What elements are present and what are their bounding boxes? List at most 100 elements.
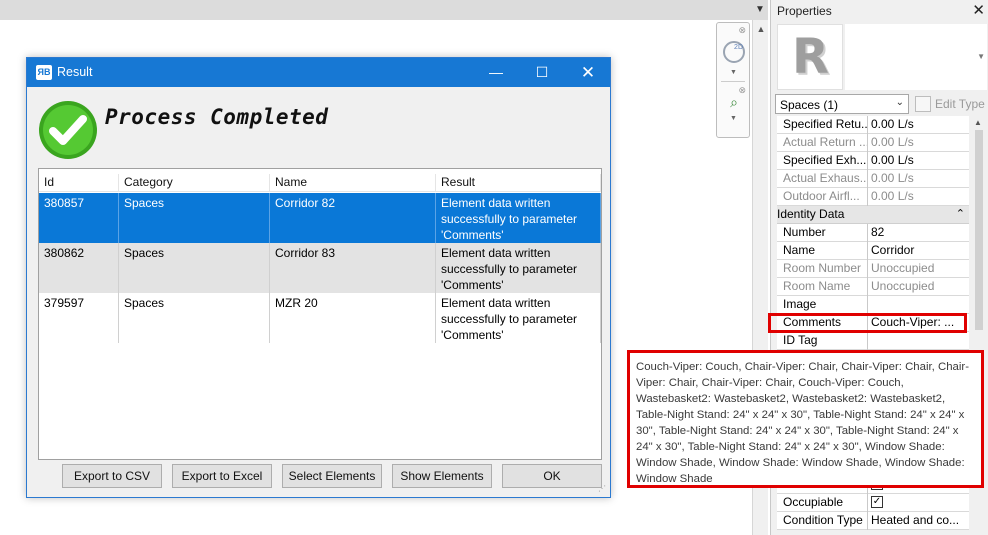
property-row-occupiable[interactable]: Occupiable ✓ (777, 494, 969, 512)
scroll-up-arrow-icon[interactable]: ▲ (974, 118, 982, 127)
property-row: Outdoor Airfl... 0.00 L/s (777, 188, 969, 206)
cell-result: Element data written successfully to par… (436, 293, 601, 343)
edit-type-label: Edit Type (935, 97, 985, 111)
property-row-condition-type[interactable]: Condition Type Heated and co... (777, 512, 969, 530)
properties-titlebar: Properties ✕ (771, 0, 988, 22)
check-circle-icon (39, 101, 97, 159)
column-header-name[interactable]: Name (270, 174, 436, 192)
properties-close-icon[interactable]: ✕ (972, 1, 985, 19)
comments-highlight-box (768, 313, 967, 333)
property-key: Condition Type (777, 512, 868, 530)
navbar-close-icon[interactable]: ⊗ (738, 25, 746, 36)
property-row[interactable]: Specified Exh... 0.00 L/s (777, 152, 969, 170)
cell-result: Element data written successfully to par… (436, 243, 601, 293)
property-value: Unoccupied (871, 261, 935, 275)
comments-tooltip: Couch-Viper: Couch, Chair-Viper: Chair, … (627, 350, 984, 488)
property-key: Outdoor Airfl... (777, 188, 868, 206)
cell-result: Element data written successfully to par… (436, 193, 601, 243)
steering-wheel-2d-icon[interactable]: 2D (723, 41, 745, 63)
property-row[interactable]: Image (777, 296, 969, 314)
property-key: Actual Return ... (777, 134, 868, 152)
property-key: Name (777, 242, 868, 260)
type-dropdown-icon[interactable]: ▼ (977, 52, 985, 61)
minimize-icon[interactable]: — (473, 58, 519, 87)
close-icon[interactable]: ✕ (565, 58, 611, 87)
results-table: Id Category Name Result 380857 Spaces Co… (38, 168, 602, 460)
property-value[interactable]: 82 (869, 224, 969, 242)
export-csv-button[interactable]: Export to CSV (62, 464, 162, 488)
property-row[interactable]: Number 82 (777, 224, 969, 242)
scrollbar-thumb[interactable] (975, 130, 983, 330)
property-row: Actual Exhaus... 0.00 L/s (777, 170, 969, 188)
table-row[interactable]: 380857 Spaces Corridor 82 Element data w… (39, 193, 601, 243)
canvas-options-chevron-icon[interactable]: ▼ (752, 0, 768, 20)
property-row[interactable]: Specified Retu... 0.00 L/s (777, 116, 969, 134)
navbar-dropdown-icon[interactable]: ▼ (730, 69, 737, 76)
navbar-dropdown-icon-2[interactable]: ▼ (730, 115, 737, 122)
revit-logo-letter: R (792, 29, 829, 85)
select-elements-button[interactable]: Select Elements (282, 464, 382, 488)
type-selector[interactable]: Spaces (1) ⌄ (775, 94, 909, 114)
column-header-result[interactable]: Result (436, 174, 601, 192)
property-value[interactable] (869, 332, 969, 350)
collapse-icon[interactable]: ⌃ (956, 206, 965, 223)
property-row: Room Name Unoccupied (777, 278, 969, 296)
maximize-icon[interactable]: ☐ (519, 58, 565, 87)
property-value[interactable]: ✓ (869, 494, 969, 512)
property-key: Room Name (777, 278, 868, 296)
revit-logo: R (777, 24, 843, 90)
table-header: Id Category Name Result (39, 174, 601, 192)
column-header-id[interactable]: Id (39, 174, 119, 192)
property-value: 0.00 L/s (871, 189, 914, 203)
cell-name: Corridor 83 (270, 243, 436, 293)
ok-button[interactable]: OK (502, 464, 602, 488)
property-key: Specified Exh... (777, 152, 868, 170)
group-title: Identity Data (777, 207, 845, 221)
property-key: Image (777, 296, 868, 314)
property-value[interactable]: 0.00 L/s (869, 152, 969, 170)
scroll-up-arrow-icon[interactable]: ▲ (753, 24, 769, 34)
dialog-title: Result (57, 65, 93, 79)
cell-id: 380862 (39, 243, 119, 293)
property-value[interactable] (869, 296, 969, 314)
property-key: ID Tag (777, 332, 868, 350)
occupiable-checkbox[interactable]: ✓ (871, 495, 883, 508)
property-key: Actual Exhaus... (777, 170, 868, 188)
zoom-region-icon[interactable]: ⌕ (725, 93, 743, 111)
property-value[interactable]: Heated and co... (869, 512, 969, 530)
cell-category: Spaces (119, 243, 270, 293)
property-key: Specified Retu... (777, 116, 868, 134)
property-value[interactable]: 0.00 L/s (869, 116, 969, 134)
resize-grip-icon[interactable]: ⋰ (598, 485, 608, 495)
navigation-bar: ⊗ 2D ▼ ⊗ ⌕ ▼ (716, 22, 750, 138)
result-dialog: ЯB Result — ☐ ✕ Process Completed Id Cat… (26, 57, 611, 498)
property-key: Occupiable (777, 494, 868, 512)
dialog-titlebar[interactable]: ЯB Result — ☐ ✕ (27, 58, 610, 87)
show-elements-button[interactable]: Show Elements (392, 464, 492, 488)
type-preview[interactable]: ▼ (845, 24, 987, 90)
cell-id: 380857 (39, 193, 119, 243)
property-value: 0.00 L/s (871, 171, 914, 185)
property-row[interactable]: Name Corridor (777, 242, 969, 260)
chevron-down-icon[interactable]: ⌄ (896, 97, 904, 108)
cell-category: Spaces (119, 193, 270, 243)
table-row[interactable]: 379597 Spaces MZR 20 Element data writte… (39, 293, 601, 343)
process-heading: Process Completed (105, 105, 329, 129)
cell-category: Spaces (119, 293, 270, 343)
edit-type-icon (915, 96, 931, 112)
edit-type-button[interactable]: Edit Type (913, 94, 988, 114)
column-header-category[interactable]: Category (119, 174, 270, 192)
property-value[interactable]: Corridor (869, 242, 969, 260)
table-row[interactable]: 380862 Spaces Corridor 83 Element data w… (39, 243, 601, 293)
cell-name: MZR 20 (270, 293, 436, 343)
property-row: Room Number Unoccupied (777, 260, 969, 278)
cell-name: Corridor 82 (270, 193, 436, 243)
cell-id: 379597 (39, 293, 119, 343)
group-header-identity-data[interactable]: Identity Data ⌃ (777, 206, 969, 224)
export-excel-button[interactable]: Export to Excel (172, 464, 272, 488)
properties-title: Properties (777, 4, 832, 18)
property-row[interactable]: ID Tag (777, 332, 969, 350)
property-value: Unoccupied (871, 279, 935, 293)
canvas-top-strip (0, 0, 752, 20)
property-key: Room Number (777, 260, 868, 278)
